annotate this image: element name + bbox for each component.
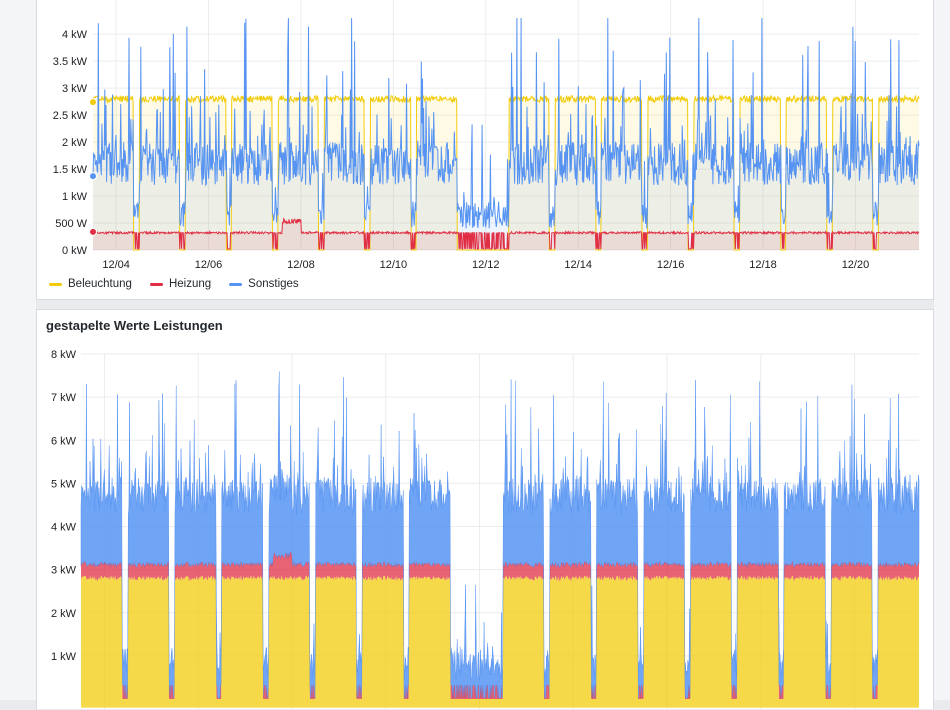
- y-tick-label: 1.5 kW: [53, 164, 88, 176]
- marker-heizung: [89, 227, 97, 236]
- y-tick-label: 4 kW: [51, 522, 77, 534]
- legend-label-heizung: Heizung: [168, 278, 212, 290]
- legend-item-heizung[interactable]: Heizung: [149, 278, 212, 290]
- y-tick-label: 2.5 kW: [53, 110, 88, 122]
- marker-beleuchtung: [89, 98, 97, 107]
- y-tick-label: 1 kW: [51, 651, 77, 663]
- legend-swatch-heizung: [149, 282, 163, 286]
- left-gutter: [0, 0, 36, 700]
- x-tick-label: 12/16: [657, 259, 685, 271]
- y-tick-label: 3.5 kW: [53, 56, 88, 68]
- y-tick-label: 2 kW: [51, 608, 77, 620]
- line-chart: 0 kW 500 W 1 kW 1.5 kW 2 kW 2.5 kW 3 kW 3.5 kW 4…: [53, 0, 920, 271]
- y-tick-label: 1 kW: [62, 191, 88, 203]
- x-tick-label: 12/18: [749, 259, 777, 271]
- panel-power-lines: 0 kW 500 W 1 kW 1.5 kW 2 kW 2.5 kW 3 kW 3.5 kW 4…: [36, 0, 934, 300]
- panel-stacked-power: gestapelte Werte Leistungen 1 kW 2 kW 3 kW…: [36, 309, 934, 710]
- x-tick-label: 12/10: [380, 259, 408, 271]
- marker-sonstiges: [89, 172, 97, 181]
- y-tick-label: 0 kW: [62, 245, 88, 257]
- x-tick-label: 12/08: [287, 259, 315, 271]
- y-tick-label: 500 W: [55, 218, 87, 230]
- y-tick-label: 3 kW: [51, 565, 77, 577]
- legend-swatch-beleuchtung: [49, 282, 62, 286]
- legend-label-beleuchtung: Beleuchtung: [68, 278, 132, 290]
- x-tick-label: 12/20: [842, 259, 870, 271]
- chart-legend: Beleuchtung Heizung Sonstiges: [49, 278, 299, 290]
- legend-item-beleuchtung[interactable]: Beleuchtung: [49, 278, 132, 290]
- y-tick-label: 7 kW: [51, 392, 77, 404]
- y-tick-label: 2 kW: [62, 137, 88, 149]
- stacked-area-chart: 1 kW 2 kW 3 kW 4 kW 5 kW 6 kW 7 kW 8 kW: [51, 349, 920, 710]
- legend-swatch-sonstiges: [229, 282, 243, 286]
- x-tick-label: 12/12: [472, 259, 500, 271]
- x-tick-label: 12/06: [195, 259, 223, 271]
- y-tick-label: 6 kW: [51, 435, 77, 447]
- x-tick-label: 12/14: [564, 259, 592, 271]
- x-tick-label: 12/04: [102, 259, 130, 271]
- y-tick-label: 3 kW: [62, 83, 88, 95]
- y-tick-label: 5 kW: [51, 478, 77, 490]
- right-gutter: [934, 0, 950, 700]
- legend-label-sonstiges: Sonstiges: [248, 278, 299, 290]
- legend-item-sonstiges[interactable]: Sonstiges: [229, 278, 299, 290]
- y-tick-label: 8 kW: [51, 349, 77, 361]
- y-tick-label: 4 kW: [62, 29, 88, 41]
